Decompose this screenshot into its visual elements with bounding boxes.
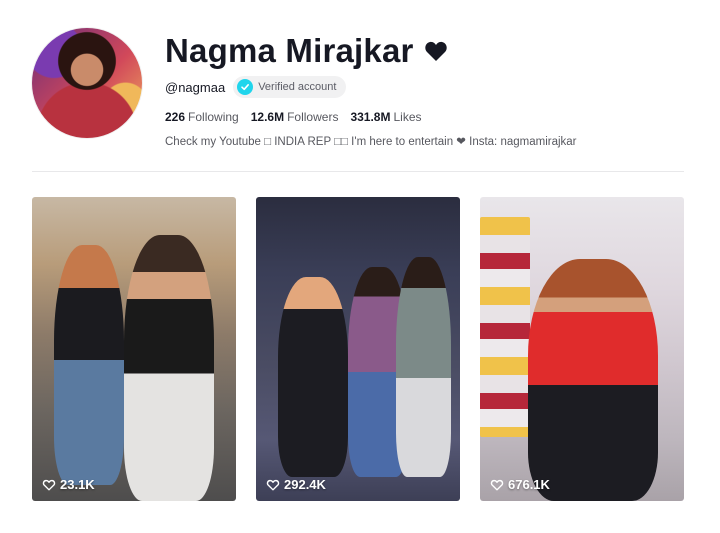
verified-badge: Verified account [233, 76, 347, 98]
profile-stats: 226 Following 12.6M Followers 331.8M Likes [165, 110, 422, 124]
followers-stat[interactable]: 12.6M Followers [251, 110, 339, 124]
profile-handle: @nagmaa [165, 79, 226, 95]
profile-bio: Check my Youtube □ INDIA REP □□ I'm here… [165, 136, 577, 148]
followers-count: 12.6M [250, 110, 285, 124]
video-likes-count: 676.1K [508, 477, 550, 492]
thumbnail-person [528, 259, 658, 501]
profile-name-row: Nagma Mirajkar [165, 32, 448, 70]
avatar[interactable] [32, 28, 142, 138]
video-likes-count: 23.1K [60, 477, 95, 492]
video-grid: 23.1K 292.4K 676.1K [32, 197, 684, 501]
profile-name: Nagma Mirajkar [165, 32, 414, 69]
heart-outline-icon [266, 479, 280, 491]
heart-icon [424, 41, 447, 61]
verified-check-icon [237, 79, 254, 95]
heart-outline-icon [490, 479, 504, 491]
following-count: 226 [165, 110, 186, 124]
followers-label: Followers [287, 110, 339, 124]
divider [32, 171, 684, 172]
following-label: Following [188, 110, 239, 124]
video-thumbnail[interactable]: 676.1K [480, 197, 684, 501]
video-likes-count: 292.4K [284, 477, 326, 492]
profile-header: Nagma Mirajkar @nagmaa Verified account … [32, 28, 692, 148]
thumbnail-person [396, 257, 451, 477]
verified-label: Verified account [258, 81, 337, 93]
likes-stat: 331.8M Likes [350, 110, 421, 124]
handle-row: @nagmaa Verified account [165, 76, 347, 98]
video-likes: 292.4K [266, 477, 326, 492]
video-thumbnail[interactable]: 292.4K [256, 197, 460, 501]
likes-label: Likes [393, 110, 422, 124]
video-likes: 23.1K [42, 477, 95, 492]
video-likes: 676.1K [490, 477, 550, 492]
following-stat[interactable]: 226 Following [165, 110, 239, 124]
thumbnail-person [124, 235, 214, 501]
thumbnail-person [54, 245, 124, 485]
thumbnail-shelf [480, 217, 530, 437]
thumbnail-person [278, 277, 348, 477]
video-thumbnail[interactable]: 23.1K [32, 197, 236, 501]
likes-count: 331.8M [350, 110, 391, 124]
heart-outline-icon [42, 479, 56, 491]
